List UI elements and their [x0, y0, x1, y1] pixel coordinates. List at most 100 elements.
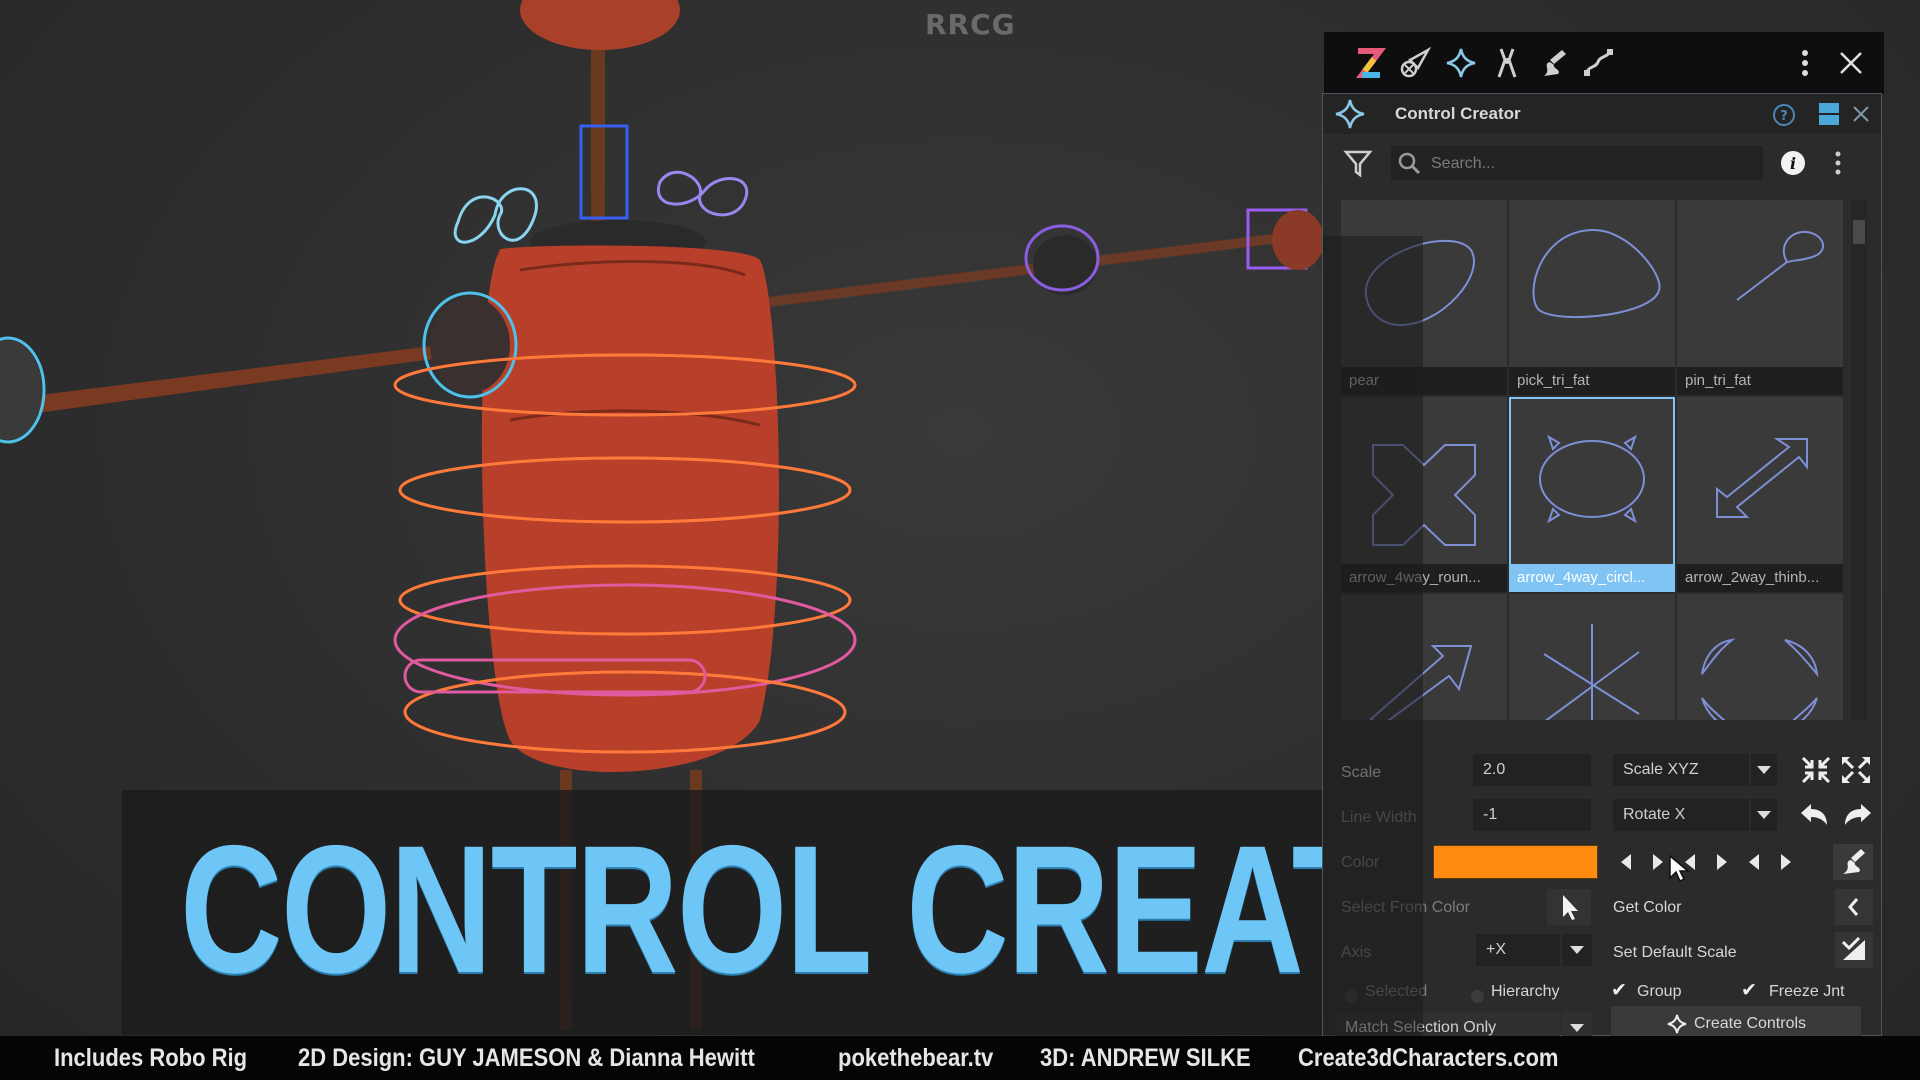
freeze-jnt-label: Freeze Jnt	[1769, 983, 1845, 1000]
shape-tile[interactable]: pick_tri_fat	[1509, 200, 1675, 395]
z-logo-icon[interactable]	[1352, 46, 1386, 80]
close-icon[interactable]	[1834, 46, 1868, 80]
prev-color-icon[interactable]	[1621, 854, 1631, 870]
pliers-icon[interactable]	[1490, 46, 1524, 80]
line-width-label: Line Width	[1341, 809, 1417, 826]
credit-2d-design: 2D Design: GUY JAMESON & Dianna Hewitt	[298, 1043, 755, 1072]
shape-tile[interactable]: pear	[1341, 200, 1507, 395]
panel-close-icon[interactable]	[1851, 104, 1871, 124]
panel-header: Control Creator ?	[1323, 94, 1881, 134]
hierarchy-radio[interactable]	[1471, 990, 1484, 1003]
arrow-2way-icon	[1716, 438, 1808, 518]
curve-icon[interactable]	[1582, 46, 1616, 80]
shape-label: arrow_4way_circl...	[1509, 564, 1675, 592]
star-sparkle-icon	[1667, 1014, 1687, 1034]
chevron-down-icon	[1570, 946, 1584, 954]
shrink-icon[interactable]	[1797, 752, 1835, 788]
svg-text:i: i	[1790, 154, 1796, 173]
freeze-jnt-checkbox[interactable]: ✔	[1741, 979, 1757, 1001]
chevron-down-icon	[1757, 766, 1771, 774]
circle-segments-icon	[1701, 638, 1819, 720]
shape-tile[interactable]: arrow_2way_thinb...	[1677, 397, 1843, 592]
svg-text:?: ?	[1780, 109, 1788, 124]
axis-dropdown[interactable]: +X	[1476, 934, 1560, 966]
search-input[interactable]	[1429, 146, 1753, 182]
pin-tri-shape-icon	[1736, 230, 1825, 301]
mouse-cursor-icon	[1669, 854, 1690, 883]
color-swatch[interactable]	[1433, 845, 1598, 879]
rotate-right-icon[interactable]	[1837, 797, 1875, 833]
brush-icon[interactable]	[1536, 46, 1570, 80]
rotate-mode-dropdown[interactable]: Rotate X	[1613, 799, 1749, 831]
rotate-mode-dropdown-button[interactable]	[1751, 799, 1777, 831]
scale-mode-dropdown-button[interactable]	[1751, 754, 1777, 786]
set-default-scale-button[interactable]	[1835, 932, 1873, 968]
next-value-icon[interactable]	[1781, 854, 1791, 870]
arrow-4way-round-icon	[1372, 444, 1476, 546]
select-from-color-button[interactable]	[1547, 889, 1591, 925]
panel-menu-icon[interactable]	[1828, 149, 1848, 177]
layout-icon[interactable]	[1817, 101, 1841, 127]
shape-label: pick_tri_fat	[1509, 367, 1675, 395]
chevron-down-icon	[1570, 1024, 1584, 1032]
scroll-thumb[interactable]	[1853, 220, 1865, 244]
credits-bar: Includes Robo Rig 2D Design: GUY JAMESON…	[0, 1036, 1920, 1080]
ruler-icon	[1841, 936, 1865, 960]
shoulder-control-right	[656, 170, 749, 217]
star-lines-icon	[1543, 624, 1640, 720]
kebab-menu-icon[interactable]	[1788, 46, 1822, 80]
paint-button[interactable]	[1833, 844, 1873, 880]
shape-tile[interactable]	[1341, 594, 1507, 720]
shape-tile[interactable]	[1509, 594, 1675, 720]
scale-label: Scale	[1341, 764, 1382, 781]
shape-tile[interactable]: pin_tri_fat	[1677, 200, 1843, 395]
scale-input[interactable]: 2.0	[1473, 754, 1591, 786]
next-color-icon[interactable]	[1653, 854, 1663, 870]
neck	[520, 0, 680, 240]
selected-label: Selected	[1365, 983, 1428, 1000]
shape-tile[interactable]: arrow_4way_roun...	[1341, 397, 1507, 592]
chevron-left-icon	[1848, 898, 1859, 916]
watermark-text: RRCG	[925, 8, 1016, 41]
control-shape-grid: pear pick_tri_fat pin_tri_fat arrow_4way…	[1341, 200, 1843, 720]
line-width-input[interactable]: -1	[1473, 799, 1591, 831]
scale-mode-dropdown[interactable]: Scale XYZ	[1613, 754, 1749, 786]
filter-icon[interactable]	[1343, 148, 1373, 178]
get-color-label: Get Color	[1613, 899, 1682, 916]
shape-tile[interactable]	[1677, 594, 1843, 720]
rocket-icon[interactable]	[1398, 46, 1432, 80]
chevron-down-icon	[1757, 811, 1771, 819]
group-checkbox[interactable]: ✔	[1611, 979, 1627, 1001]
control-creator-icon	[1335, 99, 1365, 129]
info-icon[interactable]: i	[1779, 149, 1807, 177]
create-controls-label: Create Controls	[1693, 1015, 1807, 1032]
shape-label: arrow_4way_roun...	[1341, 564, 1507, 592]
credit-site-2: Create3dCharacters.com	[1298, 1043, 1559, 1072]
star-sparkle-icon[interactable]	[1444, 46, 1478, 80]
shape-label: pin_tri_fat	[1677, 367, 1843, 395]
rotate-left-icon[interactable]	[1797, 797, 1835, 833]
right-arm	[760, 208, 1324, 308]
left-arm	[0, 336, 440, 444]
pear-shape-icon	[1364, 239, 1475, 327]
expand-icon[interactable]	[1837, 752, 1875, 788]
set-default-scale-label: Set Default Scale	[1613, 944, 1737, 961]
control-creator-panel: Control Creator ? i	[1322, 93, 1882, 1044]
help-icon[interactable]: ?	[1771, 102, 1797, 128]
grid-scrollbar[interactable]	[1851, 200, 1867, 720]
arrow-1way-icon	[1369, 645, 1473, 720]
arrow-4way-circle-icon	[1539, 434, 1645, 524]
shape-tile-selected[interactable]: arrow_4way_circl...	[1509, 397, 1675, 592]
get-color-button[interactable]	[1835, 889, 1873, 925]
credit-site-1: pokethebear.tv	[838, 1043, 994, 1072]
shape-label: arrow_2way_thinb...	[1677, 564, 1843, 592]
shape-label: pear	[1341, 367, 1507, 395]
next-hue-icon[interactable]	[1717, 854, 1727, 870]
search-box	[1391, 146, 1763, 182]
prev-value-icon[interactable]	[1749, 854, 1759, 870]
selected-radio[interactable]	[1345, 990, 1358, 1003]
search-row: i	[1323, 136, 1881, 188]
search-icon	[1398, 152, 1421, 175]
plugin-toolbar	[1324, 32, 1884, 94]
axis-dropdown-button[interactable]	[1562, 934, 1592, 966]
